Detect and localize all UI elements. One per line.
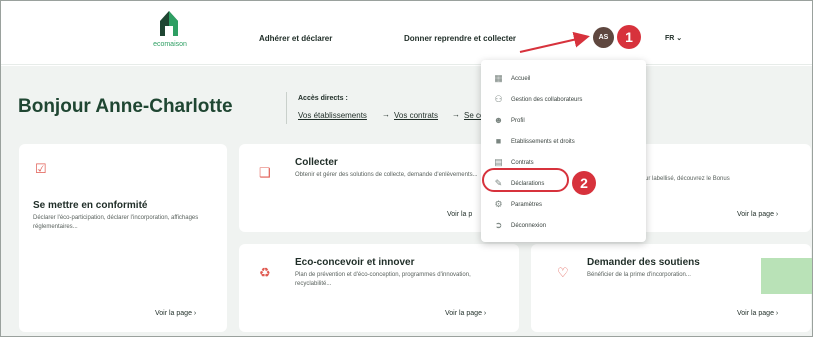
voir-la-page-link[interactable]: Voir la p [447, 211, 472, 218]
menu-item-label: Contrats [511, 160, 534, 166]
house-logo-icon [160, 11, 178, 36]
logout-icon: ➲ [494, 220, 503, 230]
arrow-right-icon: → [452, 110, 460, 119]
card-conformite[interactable]: ☑ Se mettre en conformité Déclarer l'éco… [19, 144, 227, 332]
user-dropdown-menu: ▦ Accueil ⚇ Gestion des collaborateurs ☻… [481, 60, 646, 242]
card-description: Obtenir et gérer des solutions de collec… [295, 172, 478, 178]
lock-icon: ■ [495, 136, 502, 146]
page-title: Bonjour Anne-Charlotte [18, 96, 233, 117]
menu-item-profil[interactable]: ☻ Profil [481, 113, 646, 131]
document-icon: ▤ [494, 157, 503, 167]
recycle-icon: ♻ [259, 265, 271, 280]
user-icon: ☻ [493, 115, 504, 125]
voir-la-page-link[interactable]: Voir la page › [737, 211, 778, 218]
link-vos-etablissements[interactable]: Vos établissements [298, 111, 367, 120]
nav-adherer-declarer[interactable]: Adhérer et déclarer [259, 34, 332, 43]
menu-item-accueil[interactable]: ▦ Accueil [481, 71, 646, 89]
link-vos-contrats[interactable]: Vos contrats [394, 111, 438, 120]
grid-icon: ▦ [494, 73, 503, 83]
divider [286, 92, 287, 124]
menu-item-parametres[interactable]: ⚙ Paramètres [481, 197, 646, 215]
card-collecter[interactable]: ❑ Collecter Obtenir et gérer des solutio… [239, 144, 519, 232]
language-selector[interactable]: FR ⌄ [665, 34, 682, 42]
card-eco-concevoir[interactable]: ♻ Eco-concevoir et innover Plan de préve… [239, 244, 519, 332]
heart-icon: ♡ [557, 265, 569, 280]
nav-donner-reprendre[interactable]: Donner reprendre et collecter [404, 34, 516, 43]
menu-item-label: Gestion des collaborateurs [511, 97, 583, 103]
logo-text: ecomaison [153, 41, 187, 48]
voir-la-page-link[interactable]: Voir la page › [445, 310, 486, 317]
menu-item-label: Déconnexion [511, 223, 547, 229]
menu-item-collaborateurs[interactable]: ⚇ Gestion des collaborateurs [481, 92, 646, 110]
card-title: Se mettre en conformité [33, 200, 148, 211]
clipboard-check-icon: ☑ [35, 161, 47, 176]
annotation-highlight [482, 168, 569, 192]
voir-la-page-link[interactable]: Voir la page › [155, 310, 196, 317]
main-content: Bonjour Anne-Charlotte Accès directs : V… [1, 66, 812, 336]
card-description: Déclarer l'éco-participation, déclarer l… [33, 215, 199, 230]
menu-item-label: Etablissements et droits [511, 139, 575, 145]
menu-item-etablissements[interactable]: ■ Etablissements et droits [481, 134, 646, 152]
card-description: ur labellisé, découvrez le Bonus [645, 176, 730, 182]
box-icon: ❑ [259, 165, 271, 180]
ecomaison-logo[interactable]: ecomaison [146, 9, 194, 57]
menu-item-deconnexion[interactable]: ➲ Déconnexion [481, 218, 646, 236]
menu-item-label: Accueil [511, 76, 531, 82]
green-decoration [761, 258, 812, 294]
menu-item-label: Profil [511, 118, 525, 124]
annotation-badge-2: 2 [572, 171, 596, 195]
card-title: Collecter [295, 157, 338, 168]
card-title: Demander des soutiens [587, 257, 700, 268]
annotation-badge-1: 1 [617, 25, 641, 49]
users-icon: ⚇ [494, 94, 503, 104]
gear-icon: ⚙ [494, 199, 503, 209]
acces-directs-title: Accès directs : [298, 95, 348, 102]
top-header: ecomaison Adhérer et déclarer Donner rep… [1, 1, 812, 65]
card-description: Bénéficier de la prime d'incorporation..… [587, 272, 691, 278]
card-title: Eco-concevoir et innover [295, 257, 415, 268]
card-description: Plan de prévention et d'éco-conception, … [295, 272, 471, 287]
user-avatar[interactable]: AS [593, 27, 614, 48]
voir-la-page-link[interactable]: Voir la page › [737, 310, 778, 317]
menu-item-label: Paramètres [511, 202, 543, 208]
arrow-right-icon: → [382, 110, 390, 119]
